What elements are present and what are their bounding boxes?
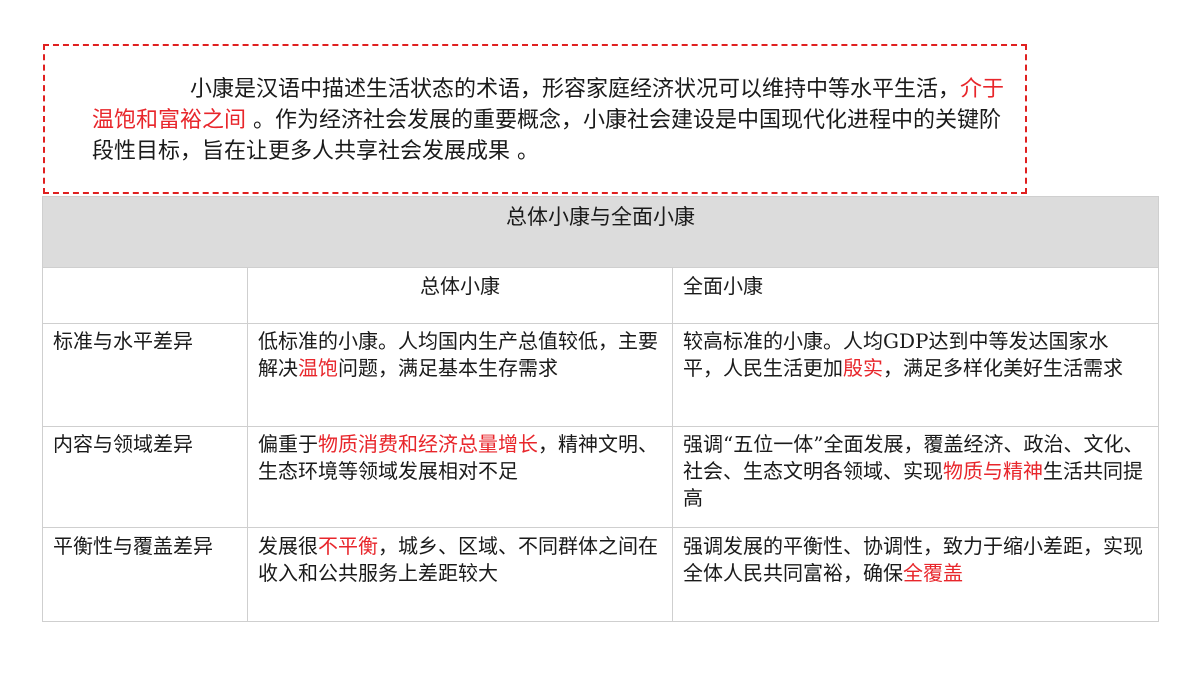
header-empty-cell [42,267,248,324]
cell-text: ，满足多样化美好生活需求 [883,356,1123,380]
comprehensive-cell: 强调发展的平衡性、协调性，致力于缩小差距，实现全体人民共同富裕，确保全覆盖 [672,527,1159,622]
table-row: 标准与水平差异 低标准的小康。人均国内生产总值较低，主要解决温饱问题，满足基本生… [42,323,1159,427]
comparison-table: 总体小康与全面小康 总体小康 全面小康 标准与水平差异 低标准的小康。人均国内生… [42,196,1159,622]
row-label: 平衡性与覆盖差异 [42,527,248,622]
comprehensive-cell: 强调“五位一体”全面发展，覆盖经济、政治、文化、社会、生态文明各领域、实现物质与… [672,426,1159,528]
intro-text-part1: 小康是汉语中描述生活状态的术语，形容家庭经济状况可以维持中等水平生活， [190,77,961,102]
intro-paragraph: 小康是汉语中描述生活状态的术语，形容家庭经济状况可以维持中等水平生活，介于温饱和… [92,74,1012,167]
intro-box: 小康是汉语中描述生活状态的术语，形容家庭经济状况可以维持中等水平生活，介于温饱和… [43,44,1027,194]
cell-text: 问题，满足基本生存需求 [338,356,558,380]
cell-text: 偏重于 [258,432,318,456]
overall-cell: 发展很不平衡，城乡、区域、不同群体之间在收入和公共服务上差距较大 [247,527,673,622]
header-overall: 总体小康 [247,267,673,324]
cell-highlight: 温饱 [298,356,338,380]
cell-highlight: 不平衡 [318,534,378,558]
table-title-row: 总体小康与全面小康 [42,196,1159,268]
header-comprehensive: 全面小康 [672,267,1159,324]
row-label: 内容与领域差异 [42,426,248,528]
table-header-row: 总体小康 全面小康 [42,267,1159,324]
overall-cell: 低标准的小康。人均国内生产总值较低，主要解决温饱问题，满足基本生存需求 [247,323,673,427]
cell-highlight: 物质消费和经济总量增长 [318,432,538,456]
cell-text: 发展很 [258,534,318,558]
cell-highlight: 全覆盖 [903,561,963,585]
cell-highlight: 殷实 [843,356,883,380]
cell-highlight: 物质与精神 [943,459,1043,483]
table-row: 内容与领域差异 偏重于物质消费和经济总量增长，精神文明、生态环境等领域发展相对不… [42,426,1159,528]
comprehensive-cell: 较高标准的小康。人均GDP达到中等发达国家水平，人民生活更加殷实，满足多样化美好… [672,323,1159,427]
table-title: 总体小康与全面小康 [42,196,1159,268]
table-row: 平衡性与覆盖差异 发展很不平衡，城乡、区域、不同群体之间在收入和公共服务上差距较… [42,527,1159,622]
row-label: 标准与水平差异 [42,323,248,427]
overall-cell: 偏重于物质消费和经济总量增长，精神文明、生态环境等领域发展相对不足 [247,426,673,528]
